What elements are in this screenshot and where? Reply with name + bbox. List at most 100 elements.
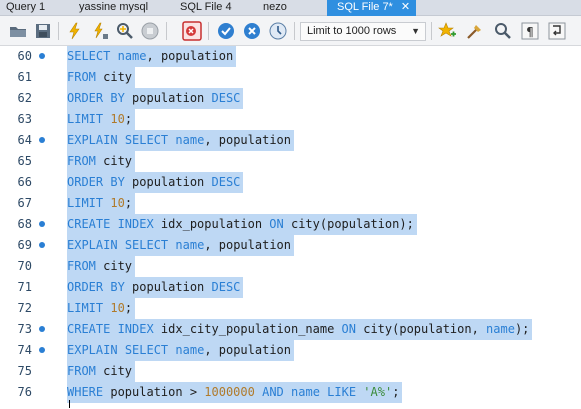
line-number: 60 xyxy=(17,49,32,63)
sql-text: city xyxy=(95,70,133,84)
limit-rows-select[interactable]: Limit to 1000 rows ▼ xyxy=(300,22,426,41)
code-line: 72 LIMIT 10; xyxy=(0,298,581,319)
code-line: 70 FROM city xyxy=(0,256,581,277)
sql-keyword: ORDER BY xyxy=(67,175,125,189)
sql-number: 10 xyxy=(110,112,125,126)
statement-marker-icon[interactable] xyxy=(39,53,45,59)
rollback-icon[interactable] xyxy=(242,21,262,41)
code-text[interactable]: EXPLAIN SELECT name, population xyxy=(67,340,295,361)
save-icon[interactable] xyxy=(33,21,53,41)
code-text[interactable]: SELECT name, population xyxy=(67,46,237,67)
code-text[interactable]: FROM city xyxy=(67,151,136,172)
code-text[interactable]: FROM city xyxy=(67,361,136,382)
sql-keyword: CREATE INDEX xyxy=(67,217,154,231)
statement-marker-icon[interactable] xyxy=(39,326,45,332)
tab-sql-file-4[interactable]: SQL File 4 xyxy=(180,0,232,16)
code-text[interactable]: CREATE INDEX idx_population ON city(popu… xyxy=(67,214,417,235)
tab-nezo[interactable]: nezo xyxy=(263,0,287,16)
open-folder-icon[interactable] xyxy=(8,21,28,41)
sql-text: ; xyxy=(392,385,400,399)
autocommit-icon[interactable] xyxy=(268,21,288,41)
sql-editor-toolbar: Limit to 1000 rows ▼ ¶ xyxy=(0,16,581,46)
code-text[interactable]: FROM city xyxy=(67,67,136,88)
toolbar-separator xyxy=(166,22,167,40)
sql-text: ; xyxy=(124,301,133,315)
code-line: 74 EXPLAIN SELECT name, population xyxy=(0,340,581,361)
sql-keyword: ON xyxy=(269,217,284,231)
tab-label: SQL File 7* xyxy=(337,1,393,13)
sql-text: population xyxy=(124,175,212,189)
sql-text: , population xyxy=(204,238,292,252)
beautify-icon[interactable] xyxy=(465,21,485,41)
code-line: 68 CREATE INDEX idx_population ON city(po… xyxy=(0,214,581,235)
line-number: 61 xyxy=(17,70,32,84)
sql-number: 10 xyxy=(110,196,125,210)
line-number: 64 xyxy=(17,133,32,147)
toolbar-separator xyxy=(431,22,432,40)
sql-keyword: name xyxy=(175,343,205,357)
sql-text: city xyxy=(95,364,133,378)
commit-icon[interactable] xyxy=(216,21,236,41)
line-number: 68 xyxy=(17,217,32,231)
code-line: 64 EXPLAIN SELECT name, population xyxy=(0,130,581,151)
code-text[interactable]: ORDER BY population DESC xyxy=(67,277,244,298)
sql-keyword: EXPLAIN xyxy=(67,343,118,357)
line-number: 67 xyxy=(17,196,32,210)
code-text[interactable]: LIMIT 10; xyxy=(67,109,136,130)
sql-keyword: SELECT xyxy=(124,343,169,357)
tab-query-1[interactable]: Query 1 xyxy=(6,0,45,16)
sql-keyword: name xyxy=(486,322,515,336)
line-number: 72 xyxy=(17,301,32,315)
explain-icon[interactable] xyxy=(115,21,135,41)
tab-sql-file-7[interactable]: SQL File 7* ✕ xyxy=(327,0,417,16)
sql-editor[interactable]: 60 SELECT name, population 61 FROM city 62 OR… xyxy=(0,46,581,409)
code-text[interactable]: LIMIT 10; xyxy=(67,298,136,319)
sql-keyword: ORDER BY xyxy=(67,280,125,294)
sql-keyword: name xyxy=(175,238,205,252)
statement-marker-icon[interactable] xyxy=(39,242,45,248)
statement-marker-icon[interactable] xyxy=(39,137,45,143)
execute-icon[interactable] xyxy=(65,21,85,41)
sql-number: 1000000 xyxy=(204,385,255,399)
code-text[interactable]: EXPLAIN SELECT name, population xyxy=(67,235,295,256)
code-line: 69 EXPLAIN SELECT name, population xyxy=(0,235,581,256)
statement-marker-icon[interactable] xyxy=(39,221,45,227)
statement-marker-icon[interactable] xyxy=(39,347,45,353)
text-cursor xyxy=(69,400,70,408)
svg-text:¶: ¶ xyxy=(526,25,534,39)
wrap-icon[interactable] xyxy=(547,21,567,41)
tab-yassine-mysql[interactable]: yassine mysql xyxy=(79,0,148,16)
code-text[interactable]: FROM city xyxy=(67,256,136,277)
line-number: 74 xyxy=(17,343,32,357)
sql-text: ); xyxy=(514,322,530,336)
sql-text: population > xyxy=(103,385,205,399)
line-number: 75 xyxy=(17,364,32,378)
find-icon[interactable] xyxy=(493,21,513,41)
sql-text: , population xyxy=(204,133,292,147)
sql-keyword: FROM xyxy=(67,154,96,168)
code-text[interactable]: ORDER BY population DESC xyxy=(67,172,244,193)
code-text[interactable]: LIMIT 10; xyxy=(67,193,136,214)
toggle-error-icon[interactable] xyxy=(182,21,202,41)
code-text[interactable]: WHERE population > 1000000 AND name LIKE… xyxy=(67,382,403,403)
code-line: 73 CREATE INDEX idx_city_population_name … xyxy=(0,319,581,340)
code-text[interactable]: EXPLAIN SELECT name, population xyxy=(67,130,295,151)
line-number: 76 xyxy=(17,385,32,399)
stop-icon[interactable] xyxy=(140,21,160,41)
sql-text: population xyxy=(124,280,212,294)
code-text[interactable]: CREATE INDEX idx_city_population_name ON… xyxy=(67,319,533,340)
sql-keyword: LIMIT xyxy=(67,196,104,210)
code-line: 75 FROM city xyxy=(0,361,581,382)
code-text[interactable]: ORDER BY population DESC xyxy=(67,88,244,109)
add-snippet-icon[interactable] xyxy=(437,21,457,41)
sql-keyword: LIMIT xyxy=(67,301,104,315)
invisible-chars-icon[interactable]: ¶ xyxy=(520,21,540,41)
execute-current-icon[interactable] xyxy=(90,21,110,41)
close-icon[interactable]: ✕ xyxy=(401,1,410,13)
sql-keyword: name xyxy=(175,133,205,147)
